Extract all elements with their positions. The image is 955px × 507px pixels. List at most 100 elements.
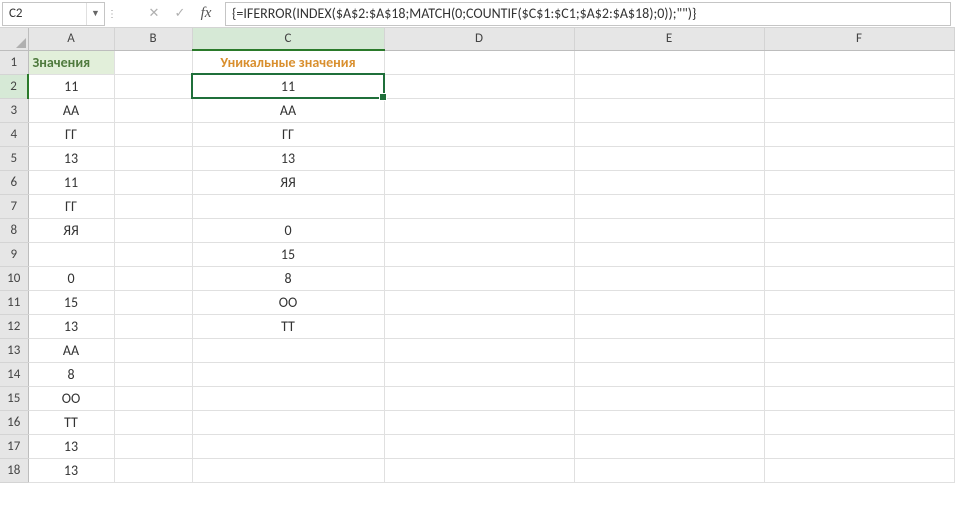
cell-C4[interactable]: ГГ — [192, 122, 384, 146]
cell-F5[interactable] — [764, 146, 954, 170]
cell-D8[interactable] — [384, 218, 574, 242]
cell-E6[interactable] — [574, 170, 764, 194]
row-head-9[interactable]: 9 — [0, 242, 28, 266]
name-box[interactable]: C2 ▼ — [2, 2, 105, 26]
cell-B3[interactable] — [114, 98, 192, 122]
cell-D13[interactable] — [384, 338, 574, 362]
row-head-10[interactable]: 10 — [0, 266, 28, 290]
cell-D10[interactable] — [384, 266, 574, 290]
cell-B2[interactable] — [114, 74, 192, 98]
cell-D3[interactable] — [384, 98, 574, 122]
cell-C1[interactable]: Уникальные значения — [192, 50, 384, 74]
cell-B9[interactable] — [114, 242, 192, 266]
cell-A5[interactable]: 13 — [28, 146, 114, 170]
cell-B12[interactable] — [114, 314, 192, 338]
cell-C15[interactable] — [192, 386, 384, 410]
cell-A16[interactable]: ТТ — [28, 410, 114, 434]
cell-C16[interactable] — [192, 410, 384, 434]
cell-D18[interactable] — [384, 458, 574, 482]
cell-C6[interactable]: ЯЯ — [192, 170, 384, 194]
cell-E8[interactable] — [574, 218, 764, 242]
cell-E12[interactable] — [574, 314, 764, 338]
cell-E1[interactable] — [574, 50, 764, 74]
cell-C18[interactable] — [192, 458, 384, 482]
cell-D11[interactable] — [384, 290, 574, 314]
cell-E16[interactable] — [574, 410, 764, 434]
cell-F11[interactable] — [764, 290, 954, 314]
row-head-14[interactable]: 14 — [0, 362, 28, 386]
row-head-17[interactable]: 17 — [0, 434, 28, 458]
row-head-11[interactable]: 11 — [0, 290, 28, 314]
cell-B16[interactable] — [114, 410, 192, 434]
row-head-12[interactable]: 12 — [0, 314, 28, 338]
cell-F17[interactable] — [764, 434, 954, 458]
cell-C12[interactable]: ТТ — [192, 314, 384, 338]
cell-C17[interactable] — [192, 434, 384, 458]
cell-C9[interactable]: 15 — [192, 242, 384, 266]
cell-C10[interactable]: 8 — [192, 266, 384, 290]
cell-D14[interactable] — [384, 362, 574, 386]
row-head-15[interactable]: 15 — [0, 386, 28, 410]
cell-F16[interactable] — [764, 410, 954, 434]
cell-A17[interactable]: 13 — [28, 434, 114, 458]
cell-D9[interactable] — [384, 242, 574, 266]
cell-E3[interactable] — [574, 98, 764, 122]
cell-C5[interactable]: 13 — [192, 146, 384, 170]
cell-F10[interactable] — [764, 266, 954, 290]
cell-D15[interactable] — [384, 386, 574, 410]
col-head-A[interactable]: A — [28, 28, 114, 50]
cell-F2[interactable] — [764, 74, 954, 98]
formula-input[interactable]: {=IFERROR(INDEX($A$2:$A$18;MATCH(0;COUNT… — [225, 2, 951, 26]
cell-A1[interactable]: Значения — [28, 50, 114, 74]
cell-D1[interactable] — [384, 50, 574, 74]
name-box-dropdown-icon[interactable]: ▼ — [86, 3, 104, 25]
cell-F3[interactable] — [764, 98, 954, 122]
cell-E9[interactable] — [574, 242, 764, 266]
row-head-18[interactable]: 18 — [0, 458, 28, 482]
cell-E13[interactable] — [574, 338, 764, 362]
col-head-F[interactable]: F — [764, 28, 954, 50]
cell-A2[interactable]: 11 — [28, 74, 114, 98]
cell-D7[interactable] — [384, 194, 574, 218]
select-all-corner[interactable] — [0, 28, 28, 50]
cell-E4[interactable] — [574, 122, 764, 146]
row-head-4[interactable]: 4 — [0, 122, 28, 146]
cell-B13[interactable] — [114, 338, 192, 362]
cell-A15[interactable]: ОО — [28, 386, 114, 410]
cell-A10[interactable]: 0 — [28, 266, 114, 290]
col-head-D[interactable]: D — [384, 28, 574, 50]
cell-C14[interactable] — [192, 362, 384, 386]
cell-D2[interactable] — [384, 74, 574, 98]
name-box-expand-icon[interactable]: ⋮ — [105, 0, 119, 28]
cell-D5[interactable] — [384, 146, 574, 170]
cell-A8[interactable]: ЯЯ — [28, 218, 114, 242]
cell-F4[interactable] — [764, 122, 954, 146]
cell-C7[interactable] — [192, 194, 384, 218]
row-head-2[interactable]: 2 — [0, 74, 28, 98]
insert-function-button[interactable]: fx — [193, 1, 219, 27]
enter-formula-button[interactable]: ✓ — [167, 1, 193, 27]
row-head-8[interactable]: 8 — [0, 218, 28, 242]
row-head-5[interactable]: 5 — [0, 146, 28, 170]
cell-D12[interactable] — [384, 314, 574, 338]
cell-E17[interactable] — [574, 434, 764, 458]
cell-B14[interactable] — [114, 362, 192, 386]
cell-F13[interactable] — [764, 338, 954, 362]
row-head-6[interactable]: 6 — [0, 170, 28, 194]
cell-B7[interactable] — [114, 194, 192, 218]
cell-A13[interactable]: АА — [28, 338, 114, 362]
cell-B15[interactable] — [114, 386, 192, 410]
cell-C13[interactable] — [192, 338, 384, 362]
cell-B17[interactable] — [114, 434, 192, 458]
cell-F6[interactable] — [764, 170, 954, 194]
row-head-7[interactable]: 7 — [0, 194, 28, 218]
cell-A6[interactable]: 11 — [28, 170, 114, 194]
cell-F1[interactable] — [764, 50, 954, 74]
col-head-B[interactable]: B — [114, 28, 192, 50]
cell-B18[interactable] — [114, 458, 192, 482]
cell-F15[interactable] — [764, 386, 954, 410]
cell-E7[interactable] — [574, 194, 764, 218]
row-head-1[interactable]: 1 — [0, 50, 28, 74]
cell-E18[interactable] — [574, 458, 764, 482]
col-head-C[interactable]: C — [192, 28, 384, 50]
